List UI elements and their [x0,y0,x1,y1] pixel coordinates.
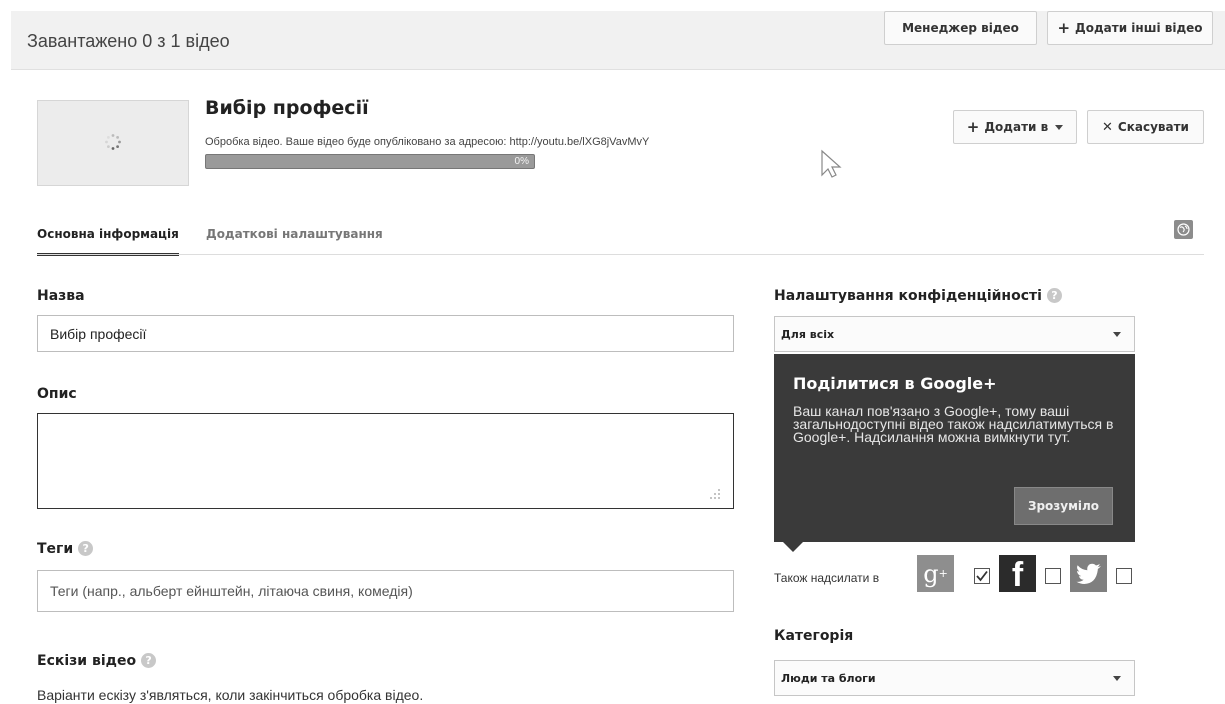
privacy-label-text: Налаштування конфіденційності [774,288,1042,304]
category-label: Категорія [774,628,853,644]
upload-progress-bar: 0% [205,154,535,169]
video-manager-label: Менеджер відео [902,21,1019,35]
add-to-label: Додати в [984,120,1049,134]
facebook-icon: f [999,555,1036,594]
title-input[interactable] [37,315,734,352]
add-to-playlist-button[interactable]: + Додати в [953,110,1077,144]
description-label: Опис [37,386,77,402]
add-more-videos-label: Додати інші відео [1075,21,1203,35]
video-manager-button[interactable]: Менеджер відео [884,11,1037,45]
upload-status-text: Завантажено 0 з 1 відео [27,31,230,51]
plus-icon: + [1057,19,1071,37]
twitter-checkbox[interactable] [1116,568,1132,584]
privacy-label: Налаштування конфіденційності? [774,288,1062,304]
title-label-text: Назва [37,288,85,304]
thumbnails-note: Варіанти ескізу з'являться, коли закінчи… [37,687,424,703]
understood-button[interactable]: Зрозуміло [1014,487,1113,525]
google-plus-share-tooltip: Поділитися в Google+ Ваш канал пов'язано… [774,354,1135,542]
cancel-upload-button[interactable]: ✕ Скасувати [1087,110,1204,144]
thumbnails-label: Ескізи відео? [37,653,157,669]
plus-icon: + [966,118,980,136]
tooltip-arrow [782,541,804,552]
title-label: Назва [37,288,85,304]
tab-advanced-settings[interactable]: Додаткові налаштування [206,227,383,241]
video-thumbnail [37,100,189,186]
processing-status-text: Обробка відео. Ваше відео буде опубліков… [205,136,650,148]
description-label-text: Опис [37,386,77,402]
category-select[interactable]: Люди та блоги [774,660,1135,696]
twitter-bird-icon [1076,563,1101,584]
also-share-label: Також надсилати в [774,571,880,585]
privacy-selected-value: Для всіх [781,327,835,341]
check-icon [976,570,988,582]
facebook-checkbox[interactable] [1045,568,1061,584]
google-plus-icon: g + [917,555,954,592]
add-more-videos-button[interactable]: + Додати інші відео [1047,11,1213,45]
tags-label-text: Теги [37,541,74,557]
privacy-select[interactable]: Для всіх [774,316,1135,352]
chevron-down-icon [1113,676,1121,681]
tags-label: Теги? [37,541,94,557]
help-icon[interactable]: ? [141,653,157,668]
cancel-label: Скасувати [1117,120,1189,134]
tags-input[interactable] [37,570,734,612]
globe-icon [1177,223,1190,236]
loading-spinner-icon [105,134,121,150]
chevron-down-icon [1113,332,1121,337]
mouse-cursor-icon [821,149,842,178]
video-title: Вибір професії [205,97,369,119]
description-input[interactable] [37,413,734,509]
close-icon: ✕ [1102,119,1113,135]
category-selected-value: Люди та блоги [781,671,876,685]
tooltip-body: Ваш канал пов'язано з Google+, тому ваші… [793,403,1114,445]
tabs-divider [37,254,1204,255]
help-icon[interactable]: ? [1046,288,1062,303]
upload-header-bar: Завантажено 0 з 1 відео [11,11,1225,70]
progress-percent: 0% [514,156,529,167]
tooltip-title: Поділитися в Google+ [793,374,997,393]
google-plus-checkbox[interactable] [974,568,990,584]
resize-grip-icon[interactable] [706,487,722,501]
tab-basic-info[interactable]: Основна інформація [37,227,179,256]
category-label-text: Категорія [774,628,854,644]
twitter-icon [1070,555,1107,592]
chevron-down-icon [1055,124,1064,130]
help-icon[interactable]: ? [78,541,94,556]
language-button[interactable] [1174,220,1193,239]
thumbnails-label-text: Ескізи відео [37,653,137,669]
